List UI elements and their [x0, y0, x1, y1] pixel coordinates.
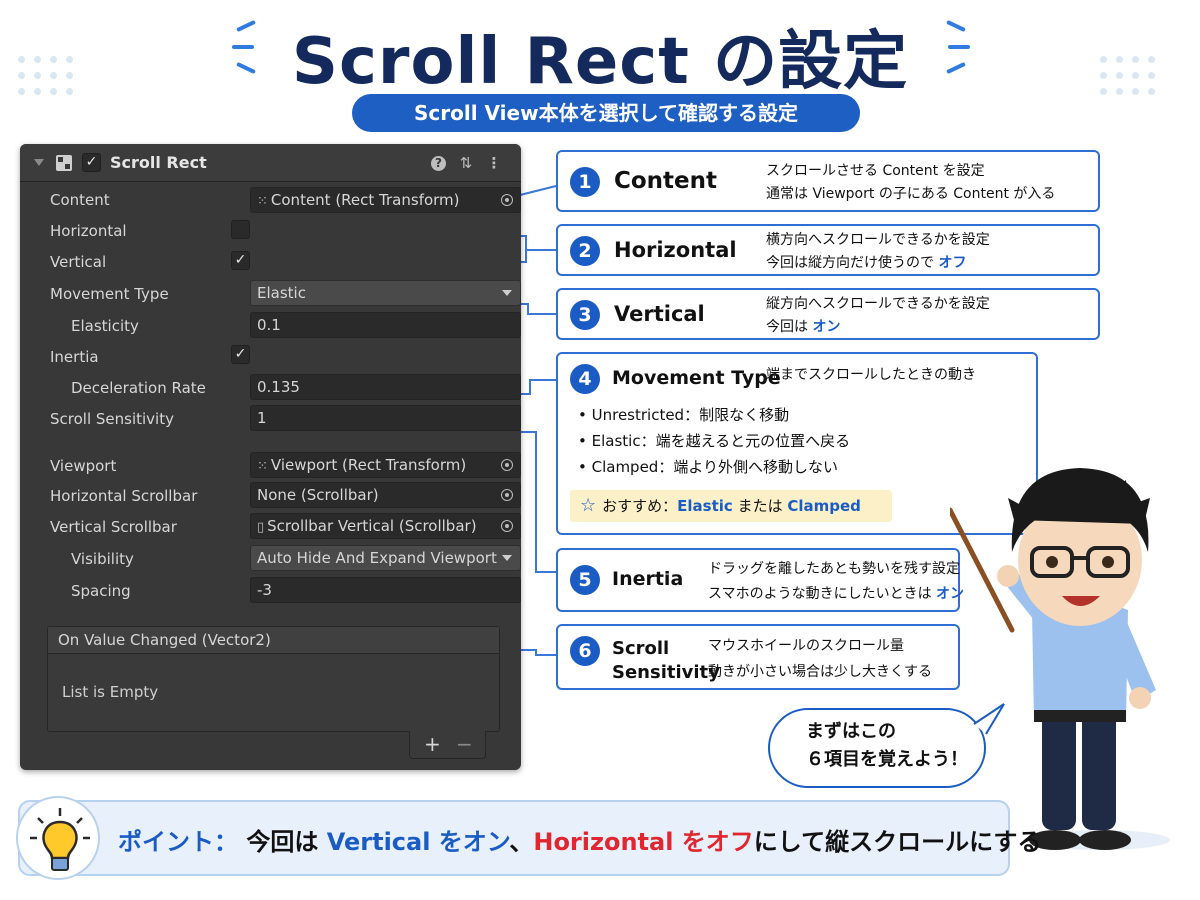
callout-horizontal: 2 Horizontal 横方向へスクロールできるかを設定 今回は縦方向だけ使う…: [556, 224, 1100, 276]
point-vertical-on: Vertical をオン: [326, 828, 510, 856]
callout-desc-2: スマホのような動きにしたいときは オン: [708, 586, 965, 602]
callout-desc-2: 今回は縦方向だけ使うので オフ: [766, 255, 967, 271]
vertical-scrollbar-label: Vertical Scrollbar: [50, 518, 177, 536]
context-menu-icon[interactable]: ⋮: [485, 154, 503, 172]
add-listener-button[interactable]: +: [424, 732, 441, 756]
callout-number: 3: [570, 300, 600, 330]
point-text: ポイント： 今回は Vertical をオン、Horizontal をオフにして…: [118, 828, 1042, 856]
callout-desc-1: 横方向へスクロールできるかを設定: [766, 232, 990, 248]
content-field[interactable]: ⁙ Content (Rect Transform): [250, 187, 521, 213]
callout-desc-2: 通常は Viewport の子にある Content が入る: [766, 186, 1056, 202]
callout-number: 6: [570, 636, 600, 666]
visibility-label: Visibility: [71, 550, 134, 568]
callout-desc-2: 今回は オン: [766, 319, 841, 335]
vertical-checkbox[interactable]: ✓: [231, 251, 250, 270]
horizontal-checkbox[interactable]: [231, 220, 250, 239]
point-horizontal-off: Horizontal をオフ: [533, 828, 754, 856]
chevron-down-icon: [502, 290, 512, 296]
infographic-page: Scroll Rect の設定 Scroll View本体を選択して確認する設定…: [0, 0, 1200, 900]
movement-type-value: Elastic: [257, 284, 306, 302]
lightbulb-icon: [30, 808, 90, 871]
object-picker-icon[interactable]: [501, 520, 513, 532]
callout-desc-1: スクロールさせる Content を設定: [766, 163, 985, 179]
help-icon[interactable]: ?: [431, 156, 446, 171]
inertia-checkbox[interactable]: ✓: [231, 345, 250, 364]
recommendation-badge: ☆ おすすめ：Elastic または Clamped: [570, 490, 892, 522]
viewport-field[interactable]: ⁙ Viewport (Rect Transform): [250, 452, 521, 478]
callout-title: Content: [614, 168, 718, 194]
elasticity-input[interactable]: 0.1: [250, 312, 521, 338]
chevron-down-icon: [502, 555, 512, 561]
vertical-scrollbar-field[interactable]: ▯ Scrollbar Vertical (Scrollbar): [250, 513, 521, 539]
bullet-clamped: • Clamped：端より外側へ移動しない: [578, 458, 839, 476]
callout-number: 4: [570, 364, 600, 394]
deceleration-rate-input[interactable]: 0.135: [250, 374, 521, 400]
component-title: Scroll Rect: [110, 153, 207, 172]
callout-number: 1: [570, 167, 600, 197]
event-header: On Value Changed (Vector2): [48, 627, 499, 654]
callout-scroll-sensitivity: 6 Scroll Sensitivity マウスホイールのスクロール量 動きが小…: [556, 624, 960, 690]
callout-number: 2: [570, 236, 600, 266]
visibility-value: Auto Hide And Expand Viewport: [257, 549, 497, 567]
visibility-dropdown[interactable]: Auto Hide And Expand Viewport: [250, 545, 521, 571]
elasticity-label: Elasticity: [71, 317, 139, 335]
horizontal-scrollbar-label: Horizontal Scrollbar: [50, 487, 198, 505]
point-label: ポイント：: [118, 828, 238, 856]
callout-title: Movement Type: [612, 367, 781, 389]
scrollbar-icon: ▯: [257, 520, 265, 535]
horizontal-scrollbar-field[interactable]: None (Scrollbar): [250, 482, 521, 508]
scroll-sensitivity-input[interactable]: 1: [250, 405, 521, 431]
callout-desc-2: 動きが小さい場合は少し大きくする: [708, 664, 932, 680]
star-icon: ☆: [580, 495, 597, 516]
callout-title-line2: Sensitivity: [612, 662, 720, 683]
content-label: Content: [50, 191, 110, 209]
remove-listener-button[interactable]: −: [456, 732, 473, 756]
content-value: Content (Rect Transform): [270, 191, 460, 209]
callout-title: Horizontal: [614, 238, 737, 262]
callout-content: 1 Content スクロールさせる Content を設定 通常は Viewp…: [556, 150, 1100, 212]
lightbulb-badge: [16, 796, 100, 880]
inertia-label: Inertia: [50, 348, 99, 366]
movement-type-label: Movement Type: [50, 285, 169, 303]
event-footer: + −: [409, 731, 486, 759]
callout-title-line1: Scroll: [612, 638, 670, 659]
horizontal-scrollbar-value: None (Scrollbar): [257, 486, 379, 504]
scroll-rect-component-icon: [56, 155, 72, 171]
component-enabled-checkbox[interactable]: ✓: [82, 153, 101, 172]
spacing-input[interactable]: -3: [250, 577, 521, 603]
horizontal-label: Horizontal: [50, 222, 127, 240]
rect-transform-icon: ⁙: [257, 194, 268, 209]
rect-transform-icon: ⁙: [257, 459, 268, 474]
callout-desc-1: マウスホイールのスクロール量: [708, 638, 904, 654]
vertical-scrollbar-value: Scrollbar Vertical (Scrollbar): [267, 517, 477, 535]
callout-vertical: 3 Vertical 縦方向へスクロールできるかを設定 今回は オン: [556, 288, 1100, 340]
event-empty-text: List is Empty: [62, 683, 159, 701]
foldout-arrow-icon[interactable]: [34, 159, 44, 166]
vertical-label: Vertical: [50, 253, 107, 271]
callout-number: 5: [570, 565, 600, 595]
callout-desc-1: 端までスクロールしたときの動き: [766, 367, 976, 383]
callout-desc-1: ドラッグを離したあとも勢いを残す設定: [708, 561, 960, 577]
callout-title: Vertical: [614, 302, 705, 326]
movement-type-dropdown[interactable]: Elastic: [250, 280, 521, 306]
scroll-sensitivity-label: Scroll Sensitivity: [50, 410, 174, 428]
bullet-elastic: • Elastic：端を越えると元の位置へ戻る: [578, 432, 851, 450]
deceleration-rate-label: Deceleration Rate: [71, 379, 206, 397]
callout-title: Inertia: [612, 568, 684, 590]
component-header[interactable]: ✓ Scroll Rect ? ⇅ ⋮: [20, 144, 521, 182]
on-value-changed-event: On Value Changed (Vector2) List is Empty: [47, 626, 500, 732]
viewport-label: Viewport: [50, 457, 117, 475]
object-picker-icon[interactable]: [501, 194, 513, 206]
scroll-rect-inspector: ✓ Scroll Rect ? ⇅ ⋮ Content ⁙ Content (Re…: [20, 144, 521, 770]
viewport-value: Viewport (Rect Transform): [270, 456, 467, 474]
spacing-label: Spacing: [71, 582, 131, 600]
object-picker-icon[interactable]: [501, 489, 513, 501]
callout-desc-1: 縦方向へスクロールできるかを設定: [766, 296, 990, 312]
preset-icon[interactable]: ⇅: [457, 154, 475, 172]
callout-inertia: 5 Inertia ドラッグを離したあとも勢いを残す設定 スマホのような動きにし…: [556, 548, 964, 612]
bullet-unrestricted: • Unrestricted：制限なく移動: [578, 406, 790, 424]
object-picker-icon[interactable]: [501, 459, 513, 471]
